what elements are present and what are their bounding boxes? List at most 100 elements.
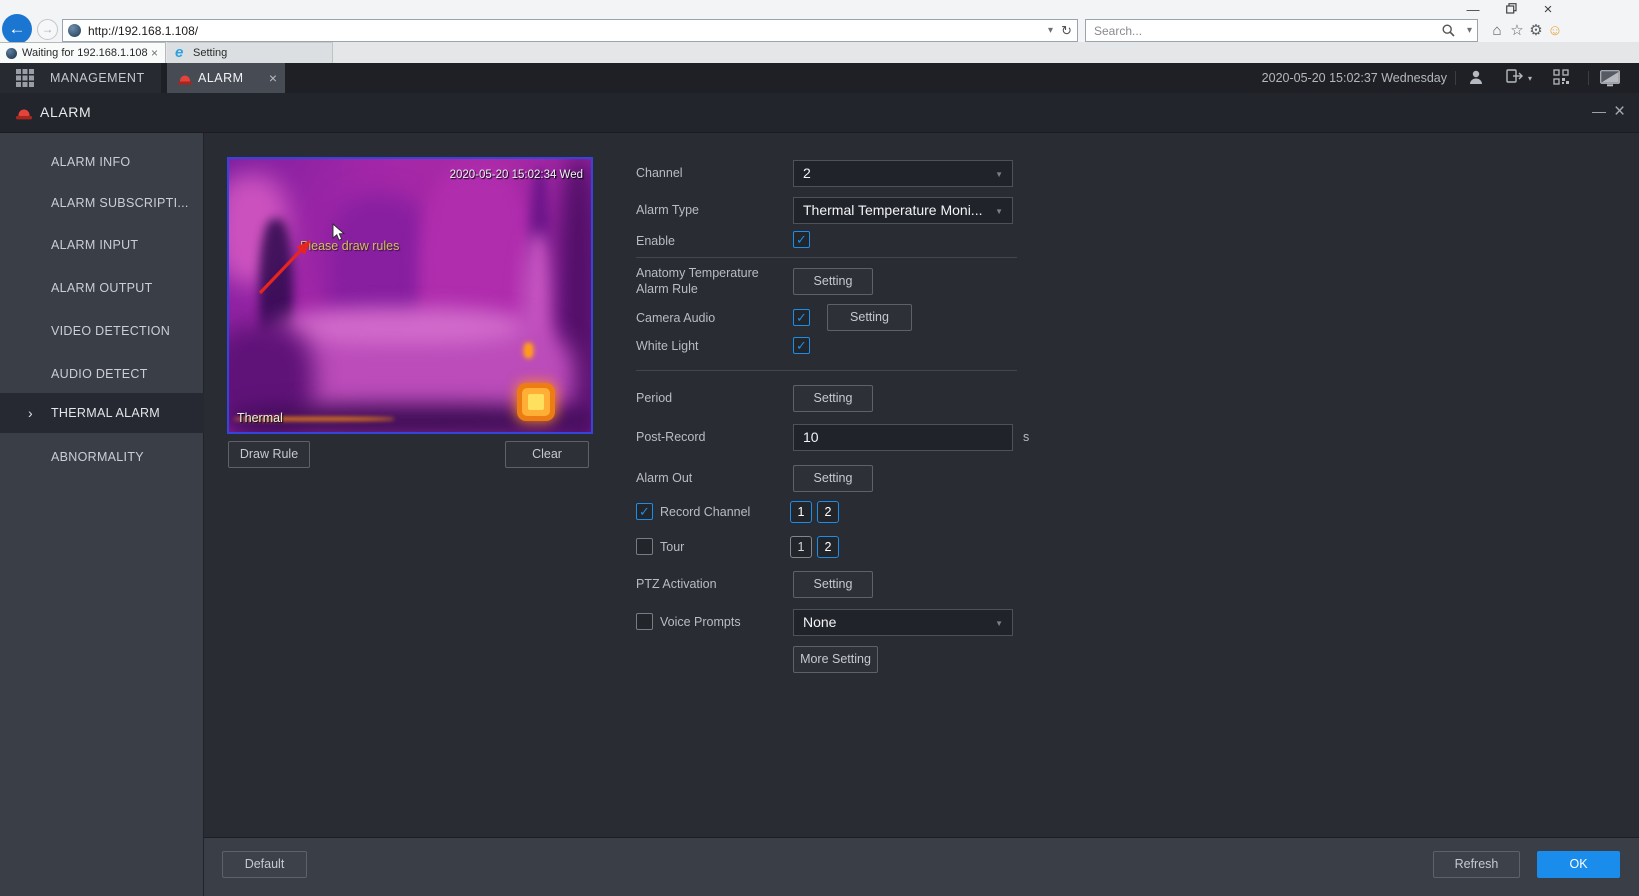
sidebar-item-video-detection[interactable]: VIDEO DETECTION xyxy=(0,311,204,351)
more-setting-button[interactable]: More Setting xyxy=(793,646,878,673)
sidebar-item-abnormality[interactable]: ABNORMALITY xyxy=(0,437,204,477)
smiley-feedback-icon[interactable]: ☺ xyxy=(1546,22,1564,40)
refresh-page-icon[interactable]: ↻ xyxy=(1061,23,1072,39)
favorites-star-icon[interactable]: ☆ xyxy=(1508,22,1526,40)
alarm-tab[interactable]: ALARM × xyxy=(167,63,285,93)
channel-label: Channel xyxy=(636,166,683,180)
stream-name-label: Thermal xyxy=(237,411,283,425)
refresh-button[interactable]: Refresh xyxy=(1433,851,1520,878)
browser-tab-row: Waiting for 192.168.1.108 × e Setting xyxy=(0,42,1639,101)
restore-icon xyxy=(1505,3,1517,14)
browser-search-input[interactable]: Search... ▾ xyxy=(1085,19,1478,42)
panel-title: ALARM xyxy=(40,104,92,120)
white-light-checkbox[interactable]: ✓ xyxy=(793,337,810,354)
post-record-unit: s xyxy=(1023,430,1030,444)
screen: ← → http://192.168.1.108/ ▾ ↻ Search... … xyxy=(0,0,1639,896)
draw-rule-button[interactable]: Draw Rule xyxy=(228,441,310,468)
panel-minimize-icon[interactable]: — xyxy=(1592,93,1606,130)
camera-audio-setting-button[interactable]: Setting xyxy=(827,304,912,331)
browser-forward-button[interactable]: → xyxy=(37,19,58,40)
window-minimize-button[interactable]: — xyxy=(1462,2,1484,18)
footer-bar xyxy=(204,837,1639,896)
chevron-down-icon: ▼ xyxy=(995,207,1003,216)
channel-select[interactable]: 2 ▼ xyxy=(793,160,1013,187)
address-dropdown-icon[interactable]: ▾ xyxy=(1048,25,1053,36)
panel-close-icon[interactable]: × xyxy=(1614,93,1625,130)
video-timestamp: 2020-05-20 15:02:34 Wed xyxy=(449,169,583,181)
post-record-input[interactable]: 10 xyxy=(793,424,1013,451)
chevron-down-icon: ▼ xyxy=(995,170,1003,179)
alarm-out-label: Alarm Out xyxy=(636,471,693,485)
sidebar-item-thermal-alarm[interactable]: › THERMAL ALARM xyxy=(0,393,204,433)
voice-prompts-label: Voice Prompts xyxy=(660,615,741,629)
camera-audio-checkbox[interactable]: ✓ xyxy=(793,309,810,326)
chevron-right-icon: › xyxy=(28,405,33,421)
record-channel-chip-2[interactable]: 2 xyxy=(817,501,839,523)
period-setting-button[interactable]: Setting xyxy=(793,385,873,412)
red-arrow-annotation xyxy=(247,231,319,304)
tour-checkbox[interactable]: ✓ xyxy=(636,538,653,555)
browser-tab-setting[interactable]: e Setting xyxy=(167,42,333,63)
browser-back-button[interactable]: ← xyxy=(2,14,32,44)
gear-icon[interactable]: ⚙ xyxy=(1527,22,1545,40)
home-icon[interactable]: ⌂ xyxy=(1488,22,1506,40)
mouse-cursor xyxy=(332,223,346,247)
site-favicon xyxy=(68,24,81,37)
management-tab[interactable]: MANAGEMENT xyxy=(0,63,161,93)
sidebar-item-label: THERMAL ALARM xyxy=(51,406,161,420)
alarm-tab-close-icon[interactable]: × xyxy=(269,63,277,93)
search-icon[interactable] xyxy=(1442,24,1455,42)
tab-favicon xyxy=(6,48,17,59)
monitor-icon[interactable] xyxy=(1600,70,1620,92)
check-icon: ✓ xyxy=(796,310,807,325)
chevron-down-icon: ▼ xyxy=(995,619,1003,628)
default-button[interactable]: Default xyxy=(222,851,307,878)
alarm-out-setting-button[interactable]: Setting xyxy=(793,465,873,492)
sidebar-item-alarm-subscription[interactable]: ALARM SUBSCRIPTI... xyxy=(0,183,204,223)
browser-chrome: ← → http://192.168.1.108/ ▾ ↻ Search... … xyxy=(0,0,1639,101)
siren-icon xyxy=(15,104,33,126)
ptz-setting-button[interactable]: Setting xyxy=(793,571,873,598)
voice-prompts-checkbox[interactable]: ✓ xyxy=(636,613,653,630)
sidebar-item-alarm-input[interactable]: ALARM INPUT xyxy=(0,225,204,265)
browser-tab-waiting[interactable]: Waiting for 192.168.1.108 × xyxy=(0,42,166,63)
tour-label: Tour xyxy=(660,540,685,554)
search-dropdown-icon[interactable]: ▾ xyxy=(1467,25,1472,36)
enable-checkbox[interactable]: ✓ xyxy=(793,231,810,248)
post-record-label: Post-Record xyxy=(636,430,706,444)
url-text: http://192.168.1.108/ xyxy=(88,24,199,38)
form-divider xyxy=(636,257,1017,258)
voice-prompts-select[interactable]: None ▼ xyxy=(793,609,1013,636)
clear-button[interactable]: Clear xyxy=(505,441,589,468)
window-close-button[interactable]: × xyxy=(1537,2,1559,18)
logout-icon[interactable] xyxy=(1506,69,1524,89)
thermal-hotspot xyxy=(524,343,533,358)
ok-button[interactable]: OK xyxy=(1537,851,1620,878)
live-video-preview[interactable]: 2020-05-20 15:02:34 Wed Please draw rule… xyxy=(227,157,593,434)
sidebar-item-alarm-output[interactable]: ALARM OUTPUT xyxy=(0,268,204,308)
app-header: MANAGEMENT ALARM × 2020-05-20 15:02:37 W… xyxy=(0,63,1639,93)
sidebar: ALARM INFO ALARM SUBSCRIPTI... ALARM INP… xyxy=(0,133,204,896)
window-restore-button[interactable] xyxy=(1500,2,1522,18)
thermal-hot-object xyxy=(517,383,555,421)
alarm-tab-label: ALARM xyxy=(198,71,244,85)
anatomy-rule-setting-button[interactable]: Setting xyxy=(793,268,873,295)
tour-chip-1[interactable]: 1 xyxy=(790,536,812,558)
ie-icon: e xyxy=(175,44,184,61)
sidebar-item-audio-detect[interactable]: AUDIO DETECT xyxy=(0,354,204,394)
record-channel-chip-1[interactable]: 1 xyxy=(790,501,812,523)
sidebar-item-alarm-info[interactable]: ALARM INFO xyxy=(0,142,204,182)
address-bar[interactable]: http://192.168.1.108/ ▾ ↻ xyxy=(62,19,1078,42)
logout-caret-icon[interactable]: ▾ xyxy=(1528,74,1532,83)
tab-close-icon[interactable]: × xyxy=(151,46,158,60)
record-channel-checkbox[interactable]: ✓ xyxy=(636,503,653,520)
ptz-activation-label: PTZ Activation xyxy=(636,577,717,591)
form-divider xyxy=(636,370,1017,371)
grid-menu-icon[interactable] xyxy=(16,69,34,92)
user-icon[interactable] xyxy=(1468,69,1484,91)
qr-code-icon[interactable] xyxy=(1553,69,1569,90)
alarm-type-select[interactable]: Thermal Temperature Moni... ▼ xyxy=(793,197,1013,224)
tour-chip-2[interactable]: 2 xyxy=(817,536,839,558)
check-icon: ✓ xyxy=(796,338,807,353)
panel-title-bar: ALARM — × xyxy=(0,93,1639,133)
